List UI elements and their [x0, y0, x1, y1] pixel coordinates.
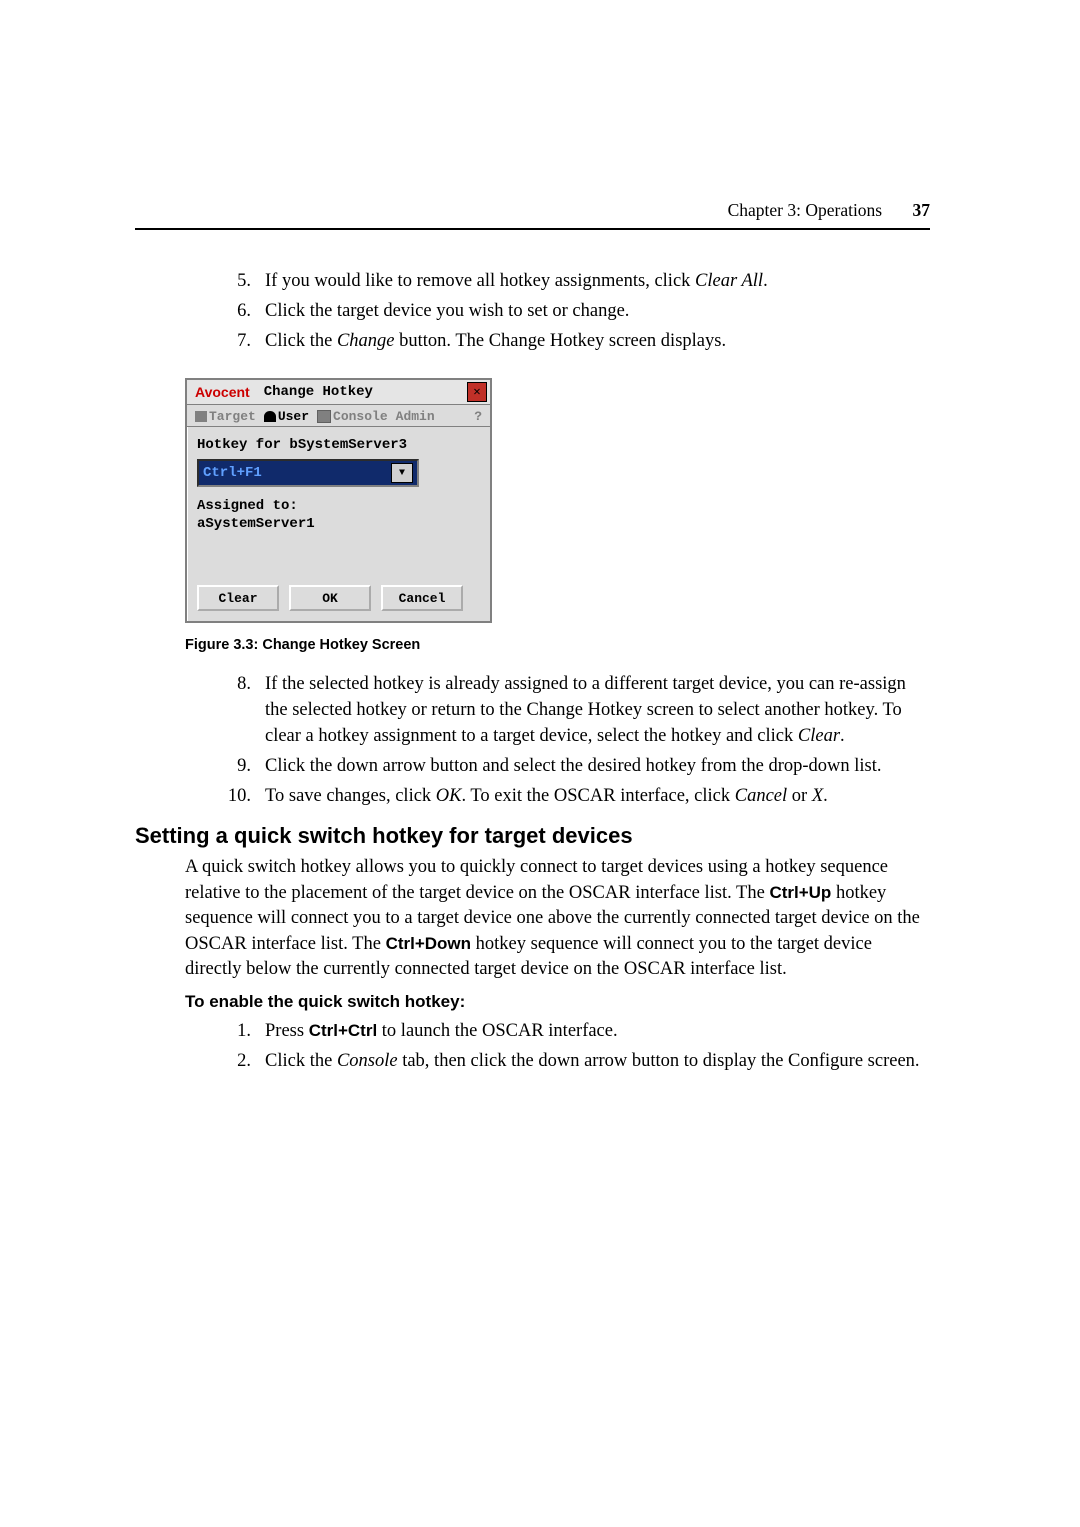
page-number: 37	[913, 200, 931, 220]
help-icon[interactable]: ?	[470, 407, 486, 426]
running-header: Chapter 3: Operations 37	[728, 200, 930, 221]
procedure-heading: To enable the quick switch hotkey:	[135, 992, 930, 1012]
assigned-to: Assigned to: aSystemServer1	[197, 497, 480, 533]
list-num: 5.	[213, 268, 265, 294]
list-item: 9. Click the down arrow button and selec…	[213, 753, 930, 779]
target-icon	[195, 411, 207, 422]
ok-button[interactable]: OK	[289, 585, 371, 611]
dialog-title: Change Hotkey	[258, 384, 467, 400]
ordered-list-top: 5. If you would like to remove all hotke…	[135, 268, 930, 354]
oscar-dialog: Avocent Change Hotkey ✕ Target User Cons…	[185, 378, 492, 623]
tab-admin[interactable]: Admin	[392, 407, 439, 426]
chapter-label: Chapter 3: Operations	[728, 200, 883, 220]
list-text: If you would like to remove all hotkey a…	[265, 268, 930, 294]
list-item: 6. Click the target device you wish to s…	[213, 298, 930, 324]
header-rule	[135, 228, 930, 230]
dialog-body: Hotkey for bSystemServer3 Ctrl+F1 ▼ Assi…	[187, 427, 490, 537]
section-heading: Setting a quick switch hotkey for target…	[135, 823, 930, 849]
ordered-list-mid: 8. If the selected hotkey is already ass…	[135, 671, 930, 809]
list-num: 7.	[213, 328, 265, 354]
list-text: Click the Console tab, then click the do…	[265, 1048, 930, 1074]
content: 5. If you would like to remove all hotke…	[135, 200, 930, 1074]
list-text: To save changes, click OK. To exit the O…	[265, 783, 930, 809]
clear-button[interactable]: Clear	[197, 585, 279, 611]
figure-caption: Figure 3.3: Change Hotkey Screen	[135, 637, 930, 653]
list-item: 7. Click the Change button. The Change H…	[213, 328, 930, 354]
list-item: 10. To save changes, click OK. To exit t…	[213, 783, 930, 809]
list-text: Press Ctrl+Ctrl to launch the OSCAR inte…	[265, 1018, 930, 1044]
list-num: 1.	[213, 1018, 265, 1044]
list-text: If the selected hotkey is already assign…	[265, 671, 930, 749]
list-num: 9.	[213, 753, 265, 779]
list-text: Click the Change button. The Change Hotk…	[265, 328, 930, 354]
hotkey-value: Ctrl+F1	[203, 465, 262, 481]
tab-target[interactable]: Target	[191, 407, 260, 426]
list-num: 8.	[213, 671, 265, 749]
page: Chapter 3: Operations 37 5. If you would…	[0, 0, 1080, 1527]
avocent-logo: Avocent	[187, 384, 258, 400]
list-num: 10.	[213, 783, 265, 809]
assigned-label: Assigned to:	[197, 497, 480, 515]
list-text: Click the target device you wish to set …	[265, 298, 930, 324]
tab-console[interactable]: Console	[313, 407, 392, 426]
assigned-value: aSystemServer1	[197, 515, 480, 533]
list-num: 6.	[213, 298, 265, 324]
ordered-list-bottom: 1. Press Ctrl+Ctrl to launch the OSCAR i…	[135, 1018, 930, 1074]
close-icon[interactable]: ✕	[467, 382, 487, 402]
hotkey-for-label: Hotkey for bSystemServer3	[197, 437, 480, 453]
list-num: 2.	[213, 1048, 265, 1074]
list-item: 1. Press Ctrl+Ctrl to launch the OSCAR i…	[213, 1018, 930, 1044]
list-item: 2. Click the Console tab, then click the…	[213, 1048, 930, 1074]
hotkey-select[interactable]: Ctrl+F1 ▼	[197, 459, 419, 487]
user-icon	[264, 411, 276, 422]
list-text: Click the down arrow button and select t…	[265, 753, 930, 779]
list-item: 8. If the selected hotkey is already ass…	[213, 671, 930, 749]
dialog-tabs: Target User Console Admin ?	[187, 405, 490, 427]
dialog-buttons: Clear OK Cancel	[187, 577, 490, 621]
chevron-down-icon[interactable]: ▼	[391, 463, 413, 483]
figure-change-hotkey: Avocent Change Hotkey ✕ Target User Cons…	[135, 378, 930, 623]
list-item: 5. If you would like to remove all hotke…	[213, 268, 930, 294]
dialog-title-bar: Avocent Change Hotkey ✕	[187, 380, 490, 405]
cancel-button[interactable]: Cancel	[381, 585, 463, 611]
console-icon	[317, 410, 331, 423]
paragraph: A quick switch hotkey allows you to quic…	[135, 855, 930, 982]
tab-user[interactable]: User	[260, 407, 313, 426]
